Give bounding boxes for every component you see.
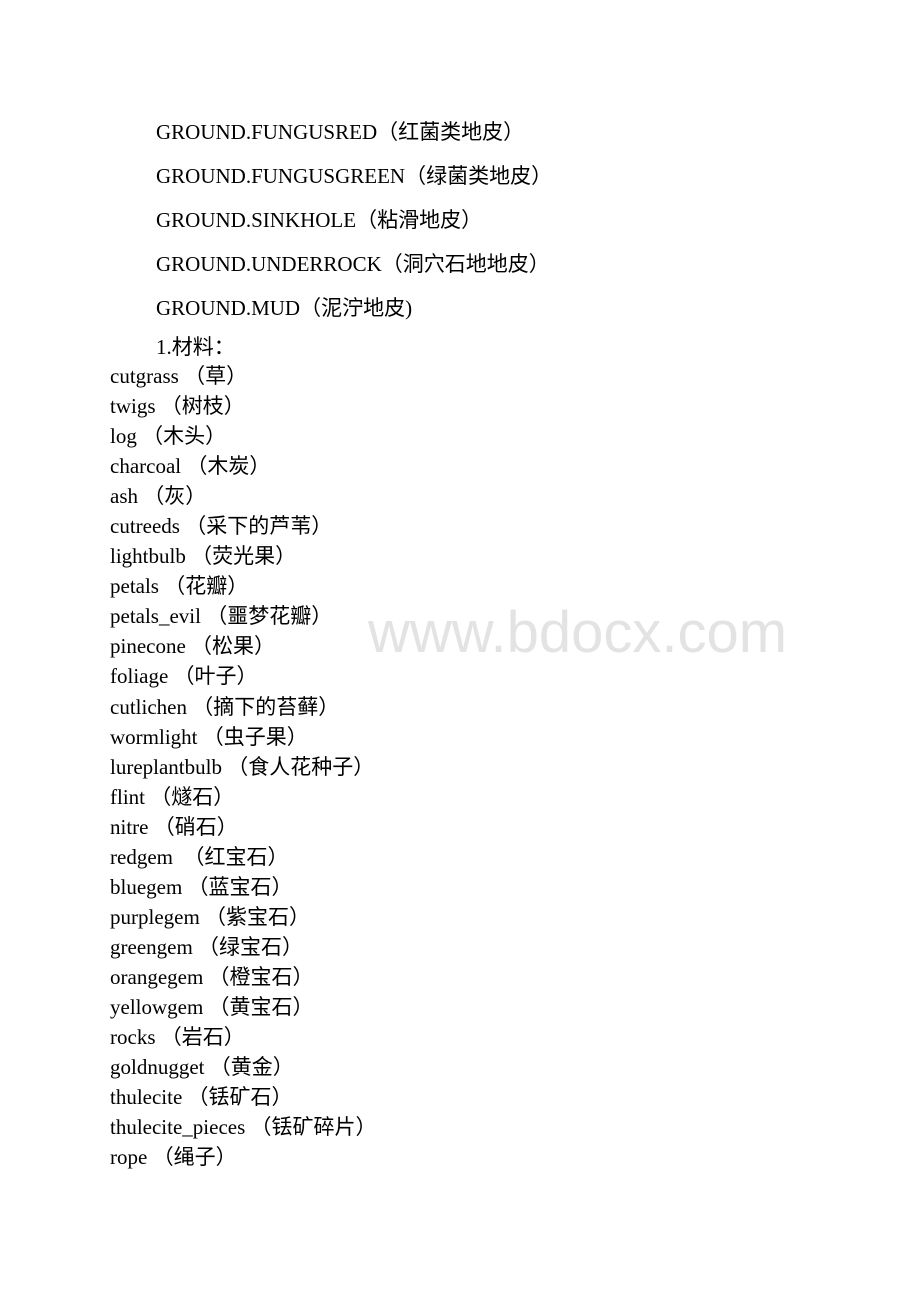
material-item: orangegem （橙宝石） — [110, 964, 314, 989]
ground-type-list: GROUND.FUNGUSRED（红菌类地皮） GROUND.FUNGUSGRE… — [156, 110, 552, 330]
material-item: cutgrass （草） — [110, 364, 248, 388]
material-item: petals_evil （噩梦花瓣） — [110, 604, 333, 629]
ground-type-item: GROUND.FUNGUSGREEN（绿菌类地皮） — [156, 164, 553, 188]
material-item: lureplantbulb （食人花种子） — [110, 754, 375, 779]
ground-type-item: GROUND.SINKHOLE（粘滑地皮） — [156, 208, 483, 232]
material-item: cutreeds （采下的芦苇） — [110, 514, 333, 539]
section-heading-materials: 1.材料： — [156, 335, 235, 359]
watermark: www.bdocx.com — [368, 600, 788, 665]
material-item: thulecite （铥矿石） — [110, 1085, 293, 1110]
material-item: rope （绳子） — [110, 1145, 237, 1170]
material-item: lightbulb （荧光果） — [110, 544, 297, 569]
ground-type-item: GROUND.FUNGUSRED（红菌类地皮） — [156, 120, 525, 144]
material-item: twigs （树枝） — [110, 394, 245, 419]
material-item: nitre （硝石） — [110, 814, 238, 839]
material-item: redgem （红宝石） — [110, 844, 289, 869]
material-item: greengem （绿宝石） — [110, 934, 304, 959]
material-item: foliage （叶子） — [110, 664, 258, 689]
material-item: yellowgem （黄宝石） — [110, 994, 314, 1019]
material-item: flint （燧石） — [110, 784, 235, 809]
document-page: www.bdocx.com GROUND.FUNGUSRED（红菌类地皮） GR… — [0, 0, 920, 1302]
material-item: log （木头） — [110, 424, 227, 449]
material-item: petals （花瓣） — [110, 574, 249, 599]
material-item: goldnugget （黄金） — [110, 1055, 294, 1080]
material-item: rocks （岩石） — [110, 1025, 245, 1050]
materials-list: cutgrass （草） twigs （树枝） log （木头） charcoa… — [110, 361, 377, 1172]
material-item: charcoal （木炭） — [110, 454, 271, 479]
material-item: purplegem （紫宝石） — [110, 904, 311, 929]
material-item: pinecone （松果） — [110, 634, 276, 659]
ground-type-item: GROUND.MUD（泥泞地皮) — [156, 296, 413, 320]
material-item: bluegem （蓝宝石） — [110, 874, 293, 899]
ground-type-item: GROUND.UNDERROCK（洞穴石地地皮） — [156, 252, 550, 276]
material-item: thulecite_pieces （铥矿碎片） — [110, 1115, 377, 1140]
material-item: ash （灰） — [110, 484, 207, 509]
material-item: cutlichen （摘下的苔藓） — [110, 694, 340, 719]
material-item: wormlight （虫子果） — [110, 724, 308, 749]
